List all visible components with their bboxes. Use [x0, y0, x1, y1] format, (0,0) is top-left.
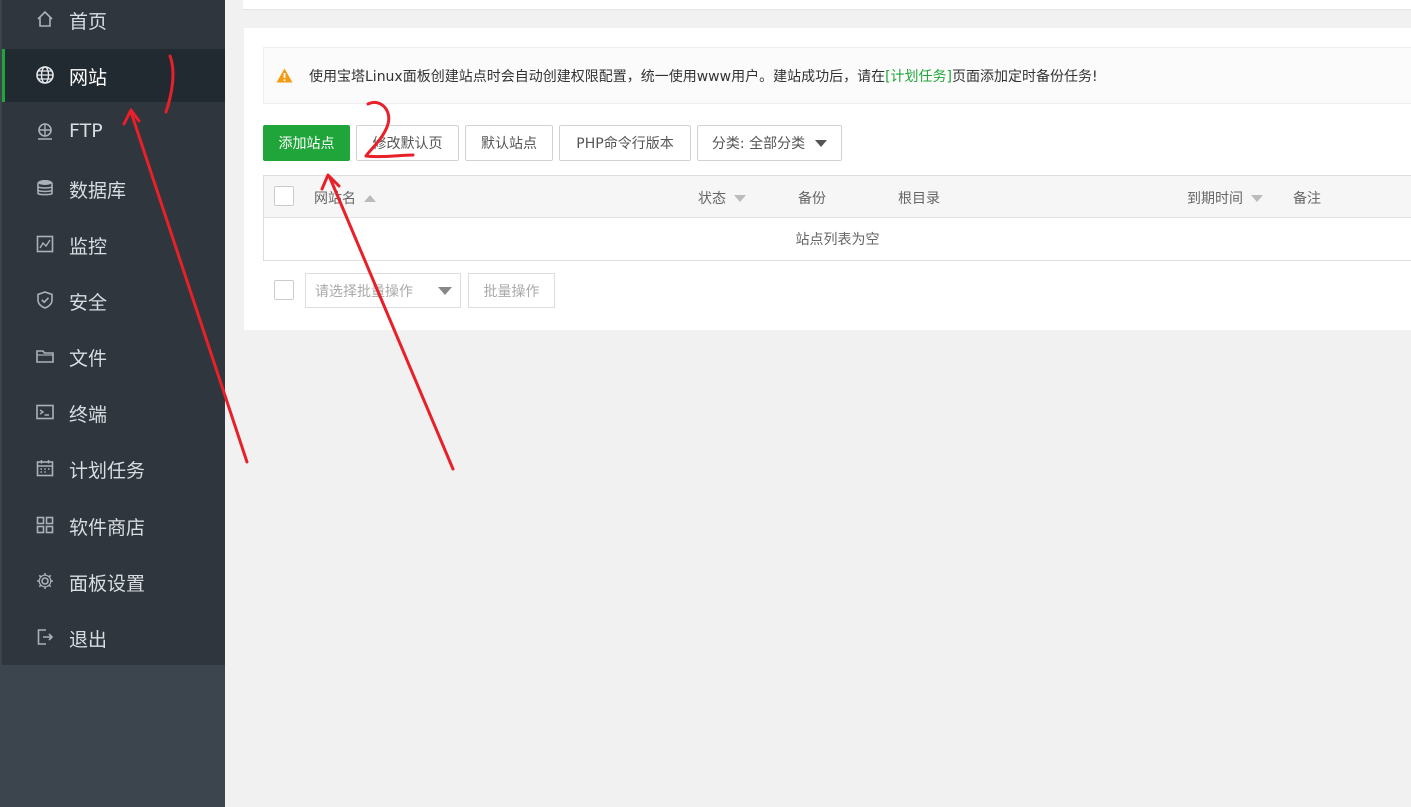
- sidebar-item-label: 终端: [69, 404, 108, 426]
- column-label: 网站名: [314, 191, 356, 207]
- notice-text-before: 使用宝塔Linux面板创建站点时会自动创建权限配置，统一使用www用户。建站成功…: [309, 68, 886, 85]
- top-panel-edge: [243, 0, 1411, 10]
- php-cli-version-button[interactable]: PHP命令行版本: [559, 125, 691, 161]
- sidebar-item-settings[interactable]: 面板设置: [2, 558, 225, 604]
- batch-operation-button[interactable]: 批量操作: [468, 273, 555, 308]
- column-label: 到期时间: [1187, 191, 1243, 207]
- sort-desc-icon: [1251, 194, 1263, 202]
- column-site-name[interactable]: 网站名: [314, 188, 376, 208]
- site-management-panel: 使用宝塔Linux面板创建站点时会自动创建权限配置，统一使用www用户。建站成功…: [244, 28, 1411, 330]
- sidebar-item-label: 数据库: [69, 180, 127, 202]
- terminal-icon: [35, 402, 55, 422]
- site-table: 网站名 状态 备份 根目录 到期时间 备注 站点列表为空: [263, 175, 1411, 261]
- gear-icon: [35, 571, 55, 591]
- sort-desc-icon: [734, 194, 746, 202]
- column-expire[interactable]: 到期时间: [1187, 188, 1263, 208]
- sort-asc-icon: [364, 194, 376, 202]
- home-icon: [35, 9, 55, 29]
- logout-icon: [35, 627, 55, 647]
- sidebar-item-label: 软件商店: [69, 517, 146, 539]
- default-site-button[interactable]: 默认站点: [465, 125, 553, 161]
- sidebar-item-label: 面板设置: [69, 573, 146, 595]
- calendar-icon: [35, 458, 55, 478]
- column-label: 备注: [1293, 191, 1321, 207]
- add-site-button[interactable]: 添加站点: [263, 125, 350, 161]
- warning-icon: [276, 68, 293, 83]
- monitor-icon: [35, 234, 55, 254]
- category-select[interactable]: 分类: 全部分类: [697, 125, 842, 161]
- column-label: 备份: [798, 191, 826, 207]
- column-status[interactable]: 状态: [698, 188, 746, 208]
- globe-icon: [35, 65, 55, 85]
- cron-task-link[interactable]: [计划任务]: [885, 69, 952, 85]
- column-root-dir: 根目录: [898, 188, 940, 208]
- sidebar-item-label: 网站: [69, 67, 108, 89]
- notice-text-after: 页面添加定时备份任务!: [952, 68, 1098, 85]
- table-empty-row: 站点列表为空: [795, 232, 880, 248]
- sidebar-item-website[interactable]: 网站: [2, 49, 225, 102]
- sidebar-item-terminal[interactable]: 终端: [2, 389, 225, 435]
- sidebar-item-label: 退出: [69, 629, 108, 651]
- sidebar-item-label: 监控: [69, 236, 108, 258]
- sidebar-item-label: 首页: [69, 11, 108, 33]
- ftp-icon: [35, 122, 55, 142]
- shield-icon: [35, 290, 55, 310]
- sidebar-item-security[interactable]: 安全: [2, 277, 225, 323]
- chevron-down-icon: [815, 139, 828, 147]
- sidebar-item-home[interactable]: 首页: [2, 0, 225, 40]
- grid-icon: [35, 515, 55, 535]
- database-icon: [35, 178, 55, 198]
- column-label: 根目录: [898, 191, 940, 207]
- sidebar-item-cron[interactable]: 计划任务: [2, 445, 225, 491]
- batch-select-placeholder: 请选择批量操作: [315, 283, 413, 300]
- column-note: 备注: [1293, 188, 1321, 208]
- category-select-value: 分类: 全部分类: [711, 136, 806, 152]
- sidebar-item-database[interactable]: 数据库: [2, 165, 225, 211]
- sidebar-item-label: FTP: [69, 120, 103, 142]
- select-all-checkbox[interactable]: [274, 186, 294, 206]
- sidebar-item-ftp[interactable]: FTP: [2, 109, 225, 155]
- batch-operation-select[interactable]: 请选择批量操作: [305, 273, 461, 308]
- modify-default-page-button[interactable]: 修改默认页: [356, 125, 459, 161]
- batch-select-checkbox[interactable]: [274, 280, 294, 300]
- sidebar: 首页 网站 FTP 数据库 监控 安全 文件 终端 计划任务 软件商店 面板设置…: [0, 0, 225, 807]
- notice-text: 使用宝塔Linux面板创建站点时会自动创建权限配置，统一使用www用户。建站成功…: [309, 66, 1098, 86]
- chevron-down-icon: [438, 286, 452, 295]
- sidebar-item-monitor[interactable]: 监控: [2, 221, 225, 267]
- column-backup: 备份: [798, 188, 826, 208]
- sidebar-item-label: 安全: [69, 292, 108, 314]
- column-label: 状态: [698, 191, 726, 207]
- table-header: 网站名 状态 备份 根目录 到期时间 备注: [264, 176, 1411, 218]
- sidebar-item-label: 文件: [69, 348, 108, 370]
- sidebar-item-logout[interactable]: 退出: [2, 614, 225, 660]
- sidebar-item-files[interactable]: 文件: [2, 333, 225, 379]
- notice-banner: 使用宝塔Linux面板创建站点时会自动创建权限配置，统一使用www用户。建站成功…: [263, 47, 1411, 104]
- sidebar-item-store[interactable]: 软件商店: [2, 502, 225, 548]
- sidebar-item-label: 计划任务: [69, 460, 146, 482]
- folder-icon: [35, 346, 55, 366]
- sidebar-menu: 首页 网站 FTP 数据库 监控 安全 文件 终端 计划任务 软件商店 面板设置…: [2, 0, 225, 665]
